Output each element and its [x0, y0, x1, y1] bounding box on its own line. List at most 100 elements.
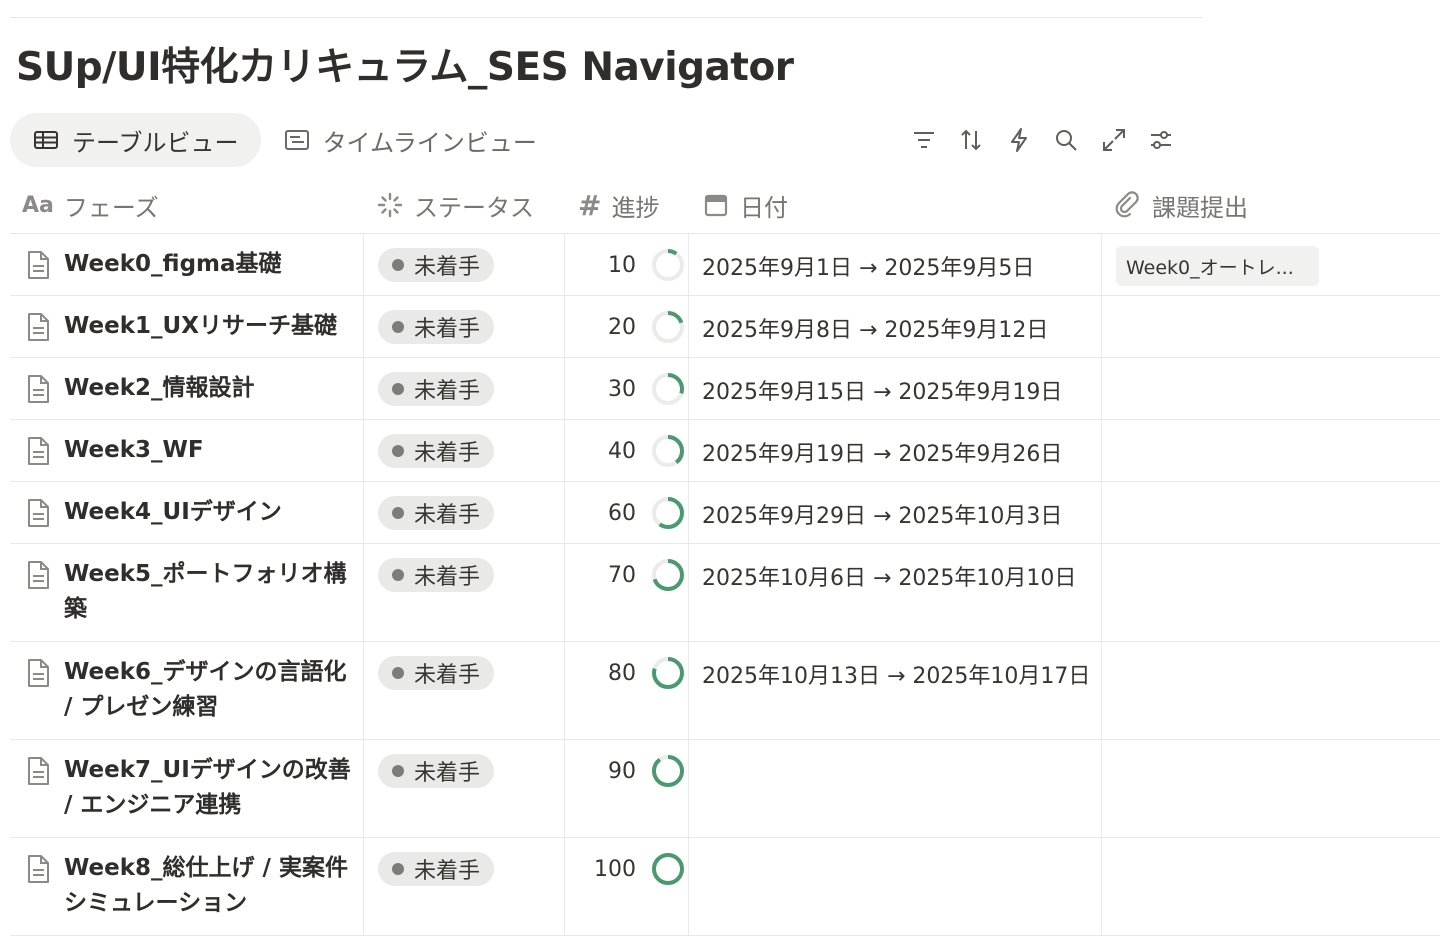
status-badge[interactable]: 未着手 — [378, 496, 495, 530]
column-divider — [564, 544, 565, 641]
progress-value: 100 — [594, 856, 636, 882]
column-divider — [564, 296, 565, 357]
status-badge[interactable]: 未着手 — [378, 434, 495, 468]
column-divider — [1101, 544, 1102, 641]
status-badge[interactable]: 未着手 — [378, 852, 495, 886]
table-header: Aa フェーズ ステータス # 進捗 日付 課題提出 — [10, 176, 1440, 234]
table-row[interactable]: Week3_WF 未着手 40 2025年9月19日 → 2025年9月26日 — [10, 420, 1440, 482]
column-divider — [564, 740, 565, 837]
timeline-icon — [284, 130, 309, 150]
column-divider — [564, 838, 565, 935]
progress-cell[interactable]: 20 — [570, 308, 686, 346]
progress-ring-icon — [652, 559, 684, 591]
table-row[interactable]: Week1_UXリサーチ基礎 未着手 20 2025年9月8日 → 2025年9月12… — [10, 296, 1440, 358]
status-label: 未着手 — [414, 663, 481, 688]
column-header-date[interactable]: 日付 — [702, 176, 788, 234]
table-row[interactable]: Week8_総仕上げ / 実案件シミュレーション 未着手 100 — [10, 838, 1440, 936]
column-divider — [564, 420, 565, 481]
settings-button[interactable] — [1138, 118, 1186, 162]
phase-cell[interactable]: Week7_UIデザインの改善 / エンジニア連携 — [24, 756, 354, 823]
date-range[interactable]: 2025年9月29日 → 2025年10月3日 — [702, 498, 1062, 530]
phase-cell[interactable]: Week5_ポートフォリオ構築 — [24, 560, 354, 627]
progress-cell[interactable]: 70 — [570, 556, 686, 594]
status-dot-icon — [392, 863, 404, 875]
phase-cell[interactable]: Week3_WF — [24, 436, 354, 468]
search-button[interactable] — [1043, 118, 1091, 162]
date-range[interactable]: 2025年9月19日 → 2025年9月26日 — [702, 436, 1062, 468]
page-document-icon — [28, 659, 49, 687]
status-badge[interactable]: 未着手 — [378, 558, 495, 592]
phase-cell[interactable]: Week0_figma基礎 — [24, 250, 354, 282]
filter-icon — [913, 132, 934, 148]
number-property-icon: # — [578, 188, 602, 222]
progress-ring-icon — [652, 853, 684, 885]
search-icon — [1056, 130, 1077, 151]
column-divider — [688, 740, 689, 837]
tab-table-view[interactable]: テーブルビュー — [10, 113, 261, 167]
status-badge[interactable]: 未着手 — [378, 248, 495, 282]
column-header-phase[interactable]: Aa フェーズ — [22, 176, 159, 234]
status-dot-icon — [392, 383, 404, 395]
column-label: フェーズ — [63, 193, 159, 222]
table-icon — [34, 131, 58, 149]
status-label: 未着手 — [414, 379, 481, 404]
column-header-status[interactable]: ステータス — [376, 176, 534, 234]
table-row[interactable]: Week2_情報設計 未着手 30 2025年9月15日 → 2025年9月19日 — [10, 358, 1440, 420]
page-document-icon — [28, 251, 49, 279]
column-header-submission[interactable]: 課題提出 — [1114, 176, 1248, 234]
table-row[interactable]: Week0_figma基礎 未着手 10 2025年9月1日 → 2025年9月5日 W… — [10, 234, 1440, 296]
date-range[interactable]: 2025年10月13日 → 2025年10月17日 — [702, 658, 1090, 690]
automation-button[interactable] — [995, 118, 1043, 162]
attachment-chip[interactable]: Week0_オートレ... — [1116, 246, 1319, 286]
status-badge[interactable]: 未着手 — [378, 310, 495, 344]
date-range[interactable]: 2025年9月8日 → 2025年9月12日 — [702, 312, 1048, 344]
page-document-icon — [28, 375, 49, 403]
status-label: 未着手 — [414, 317, 481, 342]
phase-name: Week5_ポートフォリオ構築 — [64, 561, 347, 622]
status-badge[interactable]: 未着手 — [378, 656, 495, 690]
progress-cell[interactable]: 60 — [570, 494, 686, 532]
phase-cell[interactable]: Week2_情報設計 — [24, 374, 354, 406]
table-row[interactable]: Week5_ポートフォリオ構築 未着手 70 2025年10月6日 → 2025年10… — [10, 544, 1440, 642]
progress-ring-icon — [652, 373, 684, 405]
phase-name: Week1_UXリサーチ基礎 — [64, 313, 337, 339]
column-header-progress[interactable]: # 進捗 — [578, 176, 659, 234]
date-range[interactable]: 2025年10月6日 → 2025年10月10日 — [702, 560, 1076, 592]
status-badge[interactable]: 未着手 — [378, 754, 495, 788]
progress-cell[interactable]: 100 — [570, 850, 686, 888]
text-property-icon: Aa — [22, 192, 54, 218]
progress-ring-icon — [652, 657, 684, 689]
tab-label: タイムラインビュー — [322, 128, 537, 157]
table-row[interactable]: Week4_UIデザイン 未着手 60 2025年9月29日 → 2025年10月3日 — [10, 482, 1440, 544]
sort-button[interactable] — [948, 118, 996, 162]
table-row[interactable]: Week7_UIデザインの改善 / エンジニア連携 未着手 90 — [10, 740, 1440, 838]
phase-cell[interactable]: Week1_UXリサーチ基礎 — [24, 312, 354, 344]
progress-cell[interactable]: 80 — [570, 654, 686, 692]
phase-cell[interactable]: Week4_UIデザイン — [24, 498, 354, 530]
progress-cell[interactable]: 90 — [570, 752, 686, 790]
tab-timeline-view[interactable]: タイムラインビュー — [261, 113, 559, 167]
settings-sliders-icon — [1151, 131, 1172, 149]
table-row[interactable]: Week6_デザインの言語化 / プレゼン練習 未着手 80 2025年10月13日 … — [10, 642, 1440, 740]
phase-cell[interactable]: Week6_デザインの言語化 / プレゼン練習 — [24, 658, 354, 725]
sort-icon — [961, 129, 981, 151]
column-divider — [564, 642, 565, 739]
column-divider — [1101, 358, 1102, 419]
progress-cell[interactable]: 30 — [570, 370, 686, 408]
date-range[interactable]: 2025年9月15日 → 2025年9月19日 — [702, 374, 1062, 406]
phase-name: Week3_WF — [64, 437, 204, 463]
column-divider — [688, 838, 689, 935]
view-tabs: テーブルビュー タイムラインビュー — [10, 112, 559, 168]
column-label: 日付 — [740, 193, 788, 222]
status-badge[interactable]: 未着手 — [378, 372, 495, 406]
progress-ring-icon — [652, 435, 684, 467]
status-label: 未着手 — [414, 441, 481, 466]
phase-cell[interactable]: Week8_総仕上げ / 実案件シミュレーション — [24, 854, 354, 921]
expand-button[interactable] — [1090, 118, 1138, 162]
page-title[interactable]: SUp/UI特化カリキュラム_SES Navigator — [16, 36, 794, 92]
status-label: 未着手 — [414, 761, 481, 786]
progress-cell[interactable]: 10 — [570, 246, 686, 284]
date-range[interactable]: 2025年9月1日 → 2025年9月5日 — [702, 250, 1034, 282]
filter-button[interactable] — [900, 118, 948, 162]
progress-cell[interactable]: 40 — [570, 432, 686, 470]
